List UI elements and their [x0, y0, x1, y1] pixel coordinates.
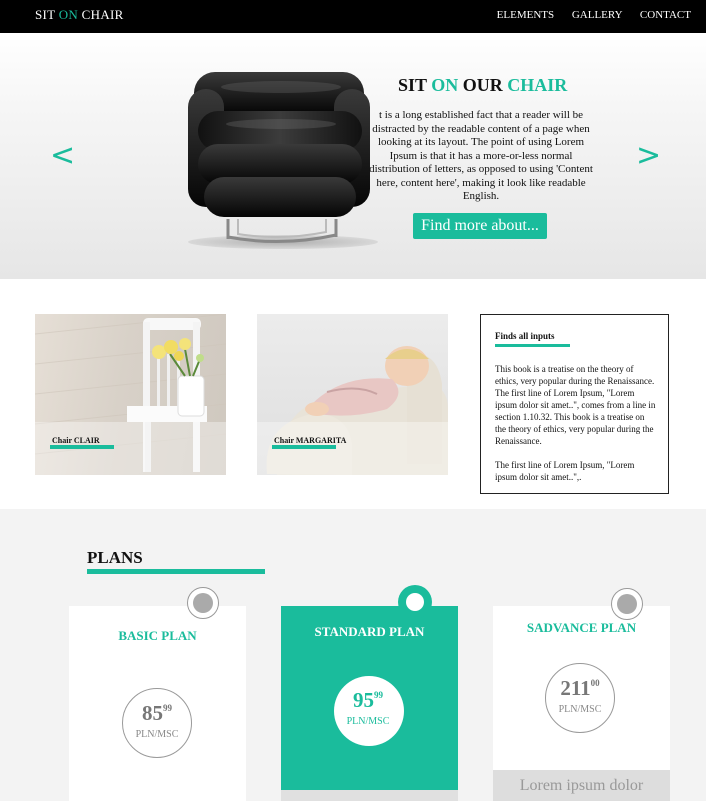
hero-title-accent: ON: [431, 75, 459, 95]
hero-title-accent: CHAIR: [507, 75, 568, 95]
plan-select-dot-icon[interactable]: [611, 588, 643, 620]
nav-item-elements[interactable]: ELEMENTS: [497, 9, 554, 21]
next-slide-arrow-icon[interactable]: >: [636, 138, 661, 173]
card-label: Chair MARGARITA: [274, 436, 347, 445]
plan-card-basic[interactable]: BASIC PLAN 8599 PLN/MSC: [69, 606, 246, 801]
hero-chair-image: [188, 72, 370, 244]
plan-footer: [281, 790, 458, 801]
plans-title: PLANS: [87, 548, 143, 567]
plan-footer-button[interactable]: Lorem ipsum dolor: [493, 770, 670, 801]
find-more-button[interactable]: Find more about...: [413, 213, 547, 239]
price-cents: 99: [163, 703, 172, 713]
card-accent-bar: [50, 445, 114, 449]
plan-select-dot-icon[interactable]: [398, 585, 432, 619]
brand-text-part: SIT: [35, 7, 59, 22]
chair-card-clair[interactable]: Chair CLAIR: [35, 314, 226, 475]
hero-title: SIT ON OUR CHAIR: [398, 75, 567, 96]
hero-slider: < > SIT ON OUR CHAIR t is a long establi…: [0, 33, 706, 279]
plan-select-dot-icon[interactable]: [187, 587, 219, 619]
price-value: 21100: [546, 676, 614, 701]
card-label: Chair CLAIR: [52, 436, 100, 445]
price-circle: 21100 PLN/MSC: [545, 663, 615, 733]
nav-item-gallery[interactable]: GALLERY: [572, 9, 622, 21]
price-circle: 8599 PLN/MSC: [122, 688, 192, 758]
price-cents: 99: [374, 690, 383, 700]
brand-accent-text: ON: [58, 7, 79, 22]
prev-slide-arrow-icon[interactable]: <: [50, 138, 75, 173]
price-main: 211: [560, 676, 591, 700]
plan-card-standard[interactable]: STANDARD PLAN 9599 PLN/MSC: [281, 606, 458, 801]
price-value: 9599: [334, 688, 402, 713]
plan-name: SADVANCE PLAN: [526, 620, 637, 635]
info-text: This book is a treatise on the theory of…: [495, 363, 657, 493]
top-navbar: SIT ON CHAIR ELEMENTS GALLERY CONTACT: [0, 0, 706, 33]
price-main: 95: [353, 688, 374, 712]
plan-name: BASIC PLAN: [118, 628, 197, 643]
info-accent-bar: [495, 344, 570, 347]
price-main: 85: [142, 701, 163, 725]
plan-name: STANDARD PLAN: [314, 624, 425, 639]
chair-card-margarita[interactable]: Chair MARGARITA: [257, 314, 448, 475]
info-paragraph: This book is a treatise on the theory of…: [495, 364, 656, 446]
info-paragraph: The first line of Lorem Ipsum, "Lorem ip…: [495, 460, 635, 482]
hero-title-part: SIT: [398, 75, 432, 95]
price-circle: 9599 PLN/MSC: [334, 676, 404, 746]
price-unit: PLN/MSC: [346, 716, 390, 727]
brand-logo[interactable]: SIT ON CHAIR: [35, 7, 124, 23]
price-unit: PLN/MSC: [558, 704, 602, 715]
price-cents: 00: [590, 678, 600, 688]
card-accent-bar: [272, 445, 336, 449]
hero-description: t is a long established fact that a read…: [369, 109, 593, 202]
price-unit: PLN/MSC: [135, 729, 179, 740]
info-box: Finds all inputs This book is a treatise…: [480, 314, 669, 494]
nav-item-contact[interactable]: CONTACT: [640, 9, 691, 21]
price-value: 8599: [123, 701, 191, 726]
nav-menu: ELEMENTS GALLERY CONTACT: [482, 9, 691, 21]
plans-accent-bar: [87, 569, 265, 574]
info-title: Finds all inputs: [495, 331, 555, 341]
hero-title-part: OUR: [458, 75, 508, 95]
brand-text-part: CHAIR: [78, 7, 124, 22]
